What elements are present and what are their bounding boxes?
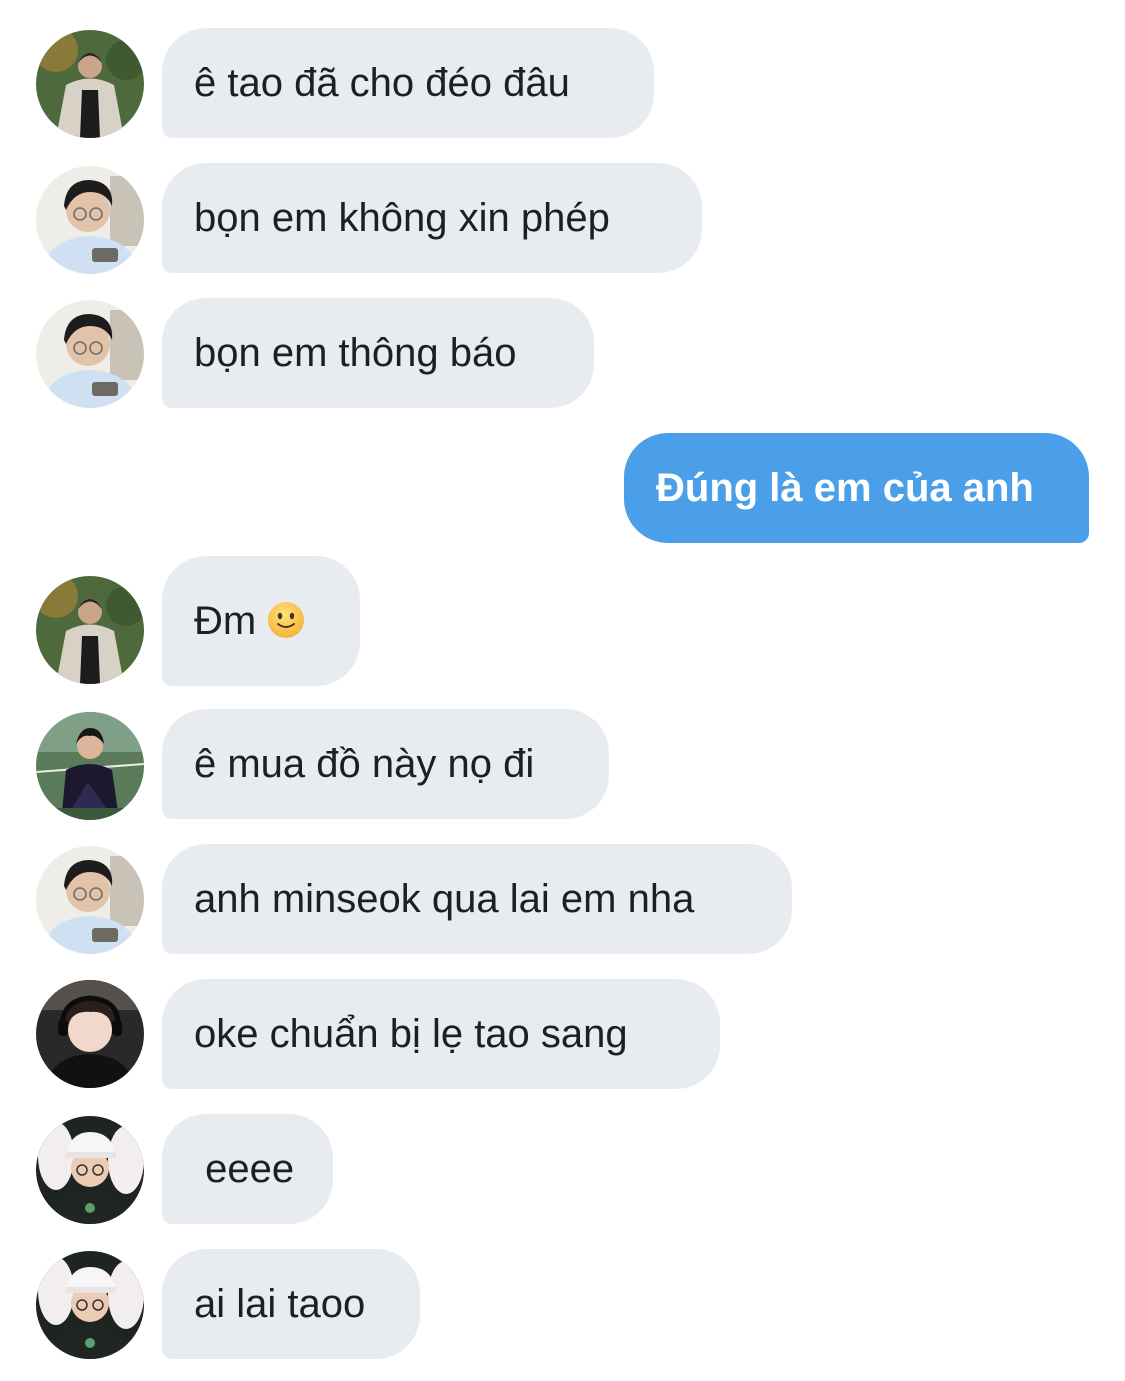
message-bubble[interactable]: ai lai taoo <box>162 1249 420 1359</box>
message-bubble[interactable]: bọn em không xin phép <box>162 163 702 273</box>
avatar-d-photo <box>36 980 144 1088</box>
avatar-b-photo <box>36 300 144 408</box>
message-bubble[interactable]: ê mua đồ này nọ đi <box>162 709 609 819</box>
avatar-b-photo <box>36 166 144 274</box>
avatar[interactable] <box>36 1251 144 1359</box>
message-bubble[interactable]: Đm <box>162 556 360 686</box>
avatar-e-photo <box>36 1251 144 1359</box>
avatar-c-photo <box>36 712 144 820</box>
avatar-e-photo <box>36 1116 144 1224</box>
avatar[interactable] <box>36 712 144 820</box>
outgoing-message-bubble[interactable]: Đúng là em của anh <box>624 433 1089 543</box>
avatar[interactable] <box>36 30 144 138</box>
message-bubble[interactable]: oke chuẩn bị lẹ tao sang <box>162 979 720 1089</box>
avatar[interactable] <box>36 166 144 274</box>
message-text: Đm <box>194 599 257 643</box>
avatar[interactable] <box>36 576 144 684</box>
avatar-b-photo <box>36 846 144 954</box>
avatar[interactable] <box>36 980 144 1088</box>
slightly-smiling-face-icon <box>268 602 305 639</box>
avatar[interactable] <box>36 1116 144 1224</box>
avatar-a-photo <box>36 576 144 684</box>
avatar-a-photo <box>36 30 144 138</box>
message-bubble[interactable]: ê tao đã cho đéo đâu <box>162 28 654 138</box>
message-bubble[interactable]: bọn em thông báo <box>162 298 594 408</box>
avatar[interactable] <box>36 846 144 954</box>
avatar[interactable] <box>36 300 144 408</box>
message-bubble[interactable]: anh minseok qua lai em nha <box>162 844 792 954</box>
message-bubble[interactable]: eeee <box>162 1114 333 1224</box>
